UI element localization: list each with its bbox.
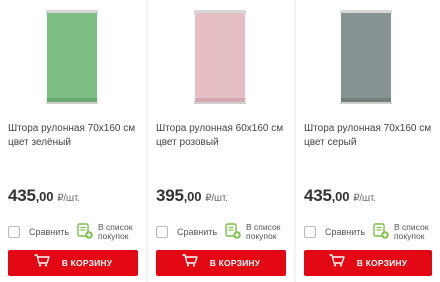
compare-toggle[interactable]: Сравнить	[8, 226, 69, 238]
product-title[interactable]: Штора рулонная 70х160 см цвет серый	[304, 122, 434, 150]
product-card[interactable]: Штора рулонная 60х160 см цвет розовый 39…	[148, 0, 294, 282]
roller-blind-green-image	[46, 10, 98, 104]
product-price: 435,00 ₽/шт.	[304, 186, 376, 205]
product-title[interactable]: Штора рулонная 70х160 см цвет зелёный	[8, 122, 140, 150]
product-title[interactable]: Штора рулонная 60х160 см цвет розовый	[156, 122, 288, 150]
cart-icon	[34, 254, 50, 272]
compare-toggle[interactable]: Сравнить	[156, 226, 217, 238]
product-price: 435,00 ₽/шт.	[8, 186, 80, 205]
compare-toggle[interactable]: Сравнить	[304, 226, 365, 238]
compare-checkbox[interactable]	[304, 226, 316, 238]
add-to-list-label: В список покупок	[246, 222, 281, 241]
compare-checkbox[interactable]	[8, 226, 20, 238]
roller-blind-grey-image	[340, 10, 392, 104]
add-to-cart-label: В КОРЗИНУ	[356, 258, 408, 268]
roller-blind-pink-image	[194, 10, 246, 104]
compare-label: Сравнить	[177, 227, 218, 237]
product-card[interactable]: Штора рулонная 70х160 см цвет зелёный 43…	[0, 0, 146, 282]
add-to-list-label: В список покупок	[98, 222, 133, 241]
add-to-list-label: В список покупок	[394, 222, 429, 241]
add-to-cart-label: В КОРЗИНУ	[209, 258, 261, 268]
add-to-cart-button[interactable]: В КОРЗИНУ	[304, 250, 432, 276]
compare-label: Сравнить	[29, 227, 70, 237]
add-to-list-button[interactable]: В список покупок	[373, 223, 428, 241]
product-price: 395,00 ₽/шт.	[156, 186, 228, 205]
product-image[interactable]	[148, 0, 294, 112]
shopping-list-add-icon	[225, 223, 241, 239]
product-image[interactable]	[296, 0, 440, 112]
cart-icon	[182, 254, 198, 272]
compare-label: Сравнить	[325, 227, 366, 237]
add-to-cart-button[interactable]: В КОРЗИНУ	[8, 250, 138, 276]
product-image[interactable]	[0, 0, 146, 112]
add-to-cart-button[interactable]: В КОРЗИНУ	[156, 250, 286, 276]
product-card[interactable]: Штора рулонная 70х160 см цвет серый 435,…	[296, 0, 440, 282]
cart-icon	[329, 254, 345, 272]
compare-checkbox[interactable]	[156, 226, 168, 238]
add-to-list-button[interactable]: В список покупок	[225, 223, 280, 241]
add-to-list-button[interactable]: В список покупок	[77, 223, 132, 241]
shopping-list-add-icon	[77, 223, 93, 239]
add-to-cart-label: В КОРЗИНУ	[61, 258, 113, 268]
product-grid: Штора рулонная 70х160 см цвет зелёный 43…	[0, 0, 440, 282]
shopping-list-add-icon	[373, 223, 389, 239]
